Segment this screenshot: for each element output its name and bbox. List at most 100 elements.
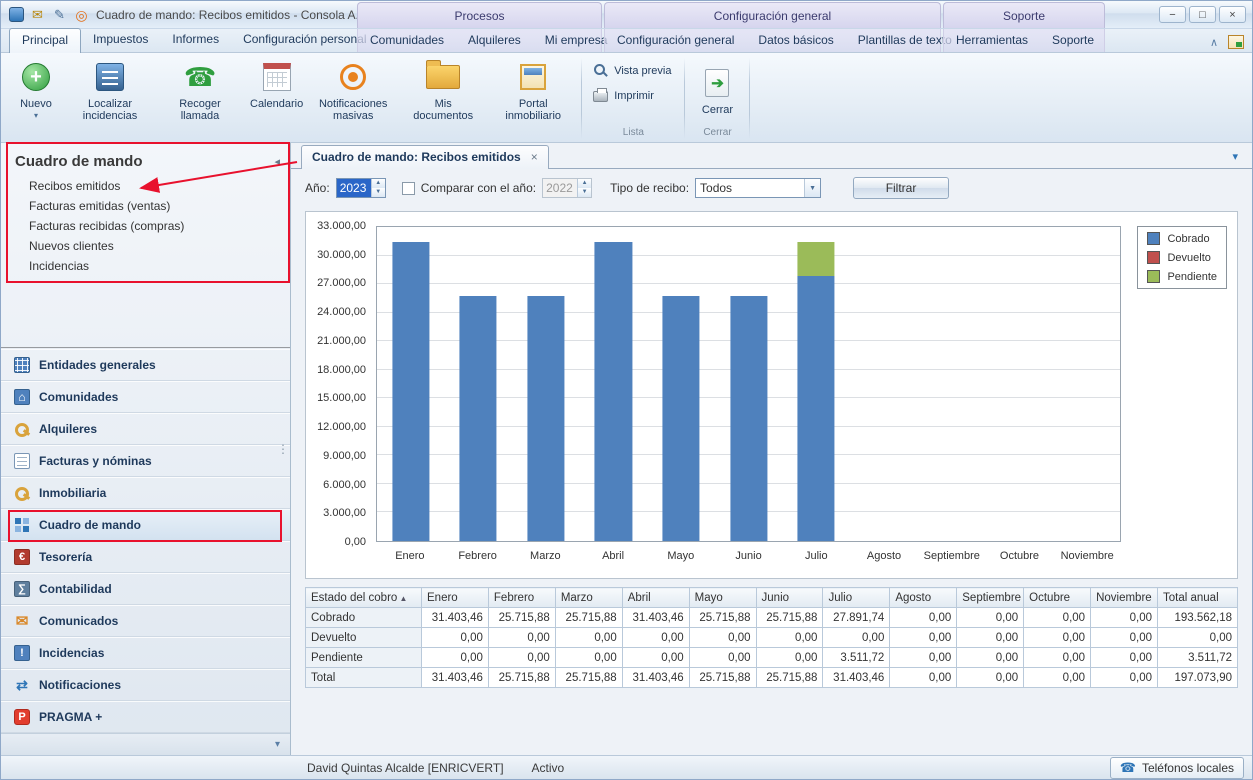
- column-header-mayo[interactable]: Mayo: [689, 588, 756, 608]
- tab-list-dropdown-icon[interactable]: ▾: [1232, 150, 1238, 163]
- column-header-enero[interactable]: Enero: [422, 588, 489, 608]
- sidebar-collapse-icon[interactable]: ▾: [275, 739, 280, 750]
- y-axis-label: 18.000,00: [317, 364, 366, 376]
- document-tab[interactable]: Cuadro de mando: Recibos emitidos ×: [301, 145, 549, 169]
- sidebar-item-alquileres[interactable]: Alquileres: [1, 413, 290, 445]
- column-header-abril[interactable]: Abril: [622, 588, 689, 608]
- row-label: Cobrado: [306, 608, 422, 628]
- ribbon-tab-comunidades[interactable]: Comunidades: [358, 29, 456, 52]
- sidebar-item-comunidades[interactable]: ⌂Comunidades: [1, 381, 290, 413]
- combo-arrow-icon[interactable]: ▼: [804, 179, 820, 197]
- ribbon-button-mis-documentos[interactable]: Mis documentos: [398, 55, 488, 142]
- ribbon-button-calendario[interactable]: Calendario: [245, 55, 308, 142]
- panel-item-incidencias[interactable]: Incidencias: [1, 256, 290, 276]
- x-axis-label: Mayo: [647, 550, 715, 570]
- cell: 0,00: [689, 628, 756, 648]
- panel-item-recibos-emitidos[interactable]: Recibos emitidos: [1, 176, 290, 196]
- sidebar-item-comunicados[interactable]: ✉Comunicados: [1, 605, 290, 637]
- year-spinner[interactable]: 2023 ▲ ▼: [336, 178, 386, 198]
- sidebar-item-tesoreria[interactable]: €Tesorería: [1, 541, 290, 573]
- column-header-marzo[interactable]: Marzo: [555, 588, 622, 608]
- broadcast-icon[interactable]: ◎: [73, 6, 90, 23]
- panel-collapse-icon[interactable]: ◂: [274, 155, 280, 168]
- column-header-noviembre[interactable]: Noviembre: [1091, 588, 1158, 608]
- ribbon-button-notificaciones-masivas[interactable]: Notificaciones masivas: [308, 55, 398, 142]
- x-axis-label: Abril: [579, 550, 647, 570]
- sidebar-panel-title: Cuadro de mando ◂: [1, 149, 290, 176]
- column-header-octubre[interactable]: Octubre: [1024, 588, 1091, 608]
- ribbon-button-localizar-incidencias[interactable]: Localizar incidencias: [65, 55, 155, 142]
- ribbon-button-nuevo[interactable]: +Nuevo▾: [7, 55, 65, 142]
- minimize-button[interactable]: −: [1159, 6, 1186, 23]
- close-button[interactable]: ×: [1219, 6, 1246, 23]
- splitter-grip-icon[interactable]: ⋮: [277, 446, 289, 452]
- column-header-estado-del-cobro[interactable]: Estado del cobro ▲: [306, 588, 422, 608]
- year-input[interactable]: 2023: [337, 179, 371, 197]
- local-phones-button[interactable]: ☎ Teléfonos locales: [1110, 757, 1244, 779]
- cell: 0,00: [890, 648, 957, 668]
- app-icon[interactable]: [9, 7, 24, 22]
- sidebar-item-contabilidad[interactable]: ∑Contabilidad: [1, 573, 290, 605]
- panel-item-facturas-emitidas-ventas[interactable]: Facturas emitidas (ventas): [1, 196, 290, 216]
- mail-icon[interactable]: ✉: [29, 6, 46, 23]
- ribbon-tab-impuestos[interactable]: Impuestos: [81, 28, 160, 52]
- year-label: Año:: [305, 181, 330, 195]
- ribbon-button-imprimir[interactable]: Imprimir: [585, 87, 681, 104]
- status-user: David Quintas Alcalde [ENRICVERT]: [307, 761, 504, 775]
- x-axis-label: Enero: [376, 550, 444, 570]
- legend-item-cobrado: Cobrado: [1147, 232, 1217, 245]
- cell: 31.403,46: [622, 668, 689, 688]
- column-header-junio[interactable]: Junio: [756, 588, 823, 608]
- x-axis-label: Septiembre: [918, 550, 986, 570]
- ribbon-button-cerrar[interactable]: ➔ Cerrar: [688, 61, 746, 116]
- panel-item-facturas-recibidas-compras[interactable]: Facturas recibidas (compras): [1, 216, 290, 236]
- sidebar-item-incidencias[interactable]: !Incidencias: [1, 637, 290, 669]
- quick-window-icon[interactable]: [1228, 35, 1244, 49]
- maximize-button[interactable]: □: [1189, 6, 1216, 23]
- cell: 0,00: [1091, 648, 1158, 668]
- column-header-total-anual[interactable]: Total anual: [1158, 588, 1238, 608]
- compare-checkbox[interactable]: [402, 182, 415, 195]
- sidebar-item-notificaciones[interactable]: ⇄Notificaciones: [1, 669, 290, 701]
- sidebar-item-cuadro-de-mando[interactable]: Cuadro de mando: [1, 509, 290, 541]
- cell: 0,00: [1158, 628, 1238, 648]
- ribbon-tab-datos-basicos[interactable]: Datos básicos: [746, 29, 845, 52]
- ribbon-tab-informes[interactable]: Informes: [160, 28, 231, 52]
- cell: 0,00: [1091, 668, 1158, 688]
- ribbon-button-portal-inmobiliario[interactable]: Portal inmobiliario: [488, 55, 578, 142]
- ribbon-tab-alquileres[interactable]: Alquileres: [456, 29, 533, 52]
- y-axis: 0,003.000,006.000,009.000,0012.000,0015.…: [306, 226, 370, 542]
- y-axis-label: 12.000,00: [317, 421, 366, 433]
- column-header-septiembre[interactable]: Septiembre: [957, 588, 1024, 608]
- sidebar-item-entidades-generales[interactable]: Entidades generales: [1, 349, 290, 381]
- cell: 25.715,88: [756, 608, 823, 628]
- bar-segment-cobrado: [730, 296, 767, 541]
- cell: 0,00: [422, 648, 489, 668]
- ribbon-tab-configuracion-general[interactable]: Configuración general: [605, 29, 746, 52]
- ribbon-button-vista-previa[interactable]: Vista previa: [585, 61, 681, 80]
- ribbon-separator: [581, 58, 582, 139]
- cell: 31.403,46: [422, 668, 489, 688]
- spinner-down-icon[interactable]: ▼: [372, 188, 385, 197]
- spinner-up-icon[interactable]: ▲: [372, 179, 385, 188]
- cell: 3.511,72: [1158, 648, 1238, 668]
- bar-segment-cobrado: [662, 296, 699, 541]
- column-header-agosto[interactable]: Agosto: [890, 588, 957, 608]
- x-axis-label: Noviembre: [1053, 550, 1121, 570]
- collapse-ribbon-icon[interactable]: ∧: [1210, 36, 1218, 49]
- ribbon-tab-principal[interactable]: Principal: [9, 28, 81, 53]
- sidebar-item-inmobiliaria[interactable]: Inmobiliaria: [1, 477, 290, 509]
- panel-item-nuevos-clientes[interactable]: Nuevos clientes: [1, 236, 290, 256]
- edit-icon[interactable]: ✎: [51, 6, 68, 23]
- filter-button[interactable]: Filtrar: [853, 177, 949, 199]
- column-header-julio[interactable]: Julio: [823, 588, 890, 608]
- sidebar-item-facturas-y-nominas[interactable]: Facturas y nóminas: [1, 445, 290, 477]
- sidebar-item-pragma[interactable]: PPRAGMA +: [1, 701, 290, 733]
- cell: 0,00: [555, 628, 622, 648]
- doc-tab-close-icon[interactable]: ×: [531, 150, 538, 164]
- ribbon-tab-soporte[interactable]: Soporte: [1040, 29, 1106, 52]
- column-header-febrero[interactable]: Febrero: [488, 588, 555, 608]
- receipt-type-select[interactable]: Todos ▼: [695, 178, 821, 198]
- ribbon-button-recoger-llamada[interactable]: ☎Recoger llamada: [155, 55, 245, 142]
- ribbon-tab-herramientas[interactable]: Herramientas: [944, 29, 1040, 52]
